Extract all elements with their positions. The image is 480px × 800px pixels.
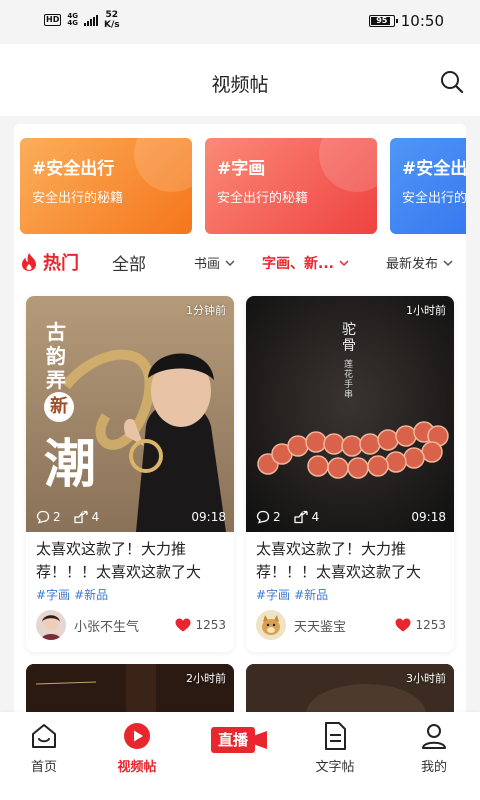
- share-count[interactable]: 4: [73, 510, 99, 524]
- author-name[interactable]: 小张不生气: [74, 616, 139, 635]
- topic-title: #安全出行: [32, 159, 115, 179]
- topic-carousel[interactable]: #安全出行 安全出行的秘籍 #字画 安全出行的秘籍 #安全出行 安全出行的秘籍: [20, 138, 466, 234]
- comment-icon: [256, 510, 270, 524]
- tab-text-posts[interactable]: 文字帖: [295, 720, 375, 775]
- post-title[interactable]: 太喜欢这款了！大力推荐！！！太喜欢这款了大力...: [36, 538, 226, 584]
- video-post-card[interactable]: 古韵弄 新 潮 1分钟前 2 4 09:18 太喜欢这款了！大力推荐！！！太喜欢…: [26, 296, 234, 652]
- topic-subtitle: 安全出行的秘籍: [217, 191, 309, 206]
- tag-link[interactable]: #新品: [74, 586, 108, 603]
- video-thumbnail[interactable]: 古韵弄 新 潮 1分钟前 2 4 09:18: [26, 296, 234, 532]
- signal-icon: [83, 14, 98, 26]
- video-post-card[interactable]: 驼骨 莲花手串 1小时前 2 4 09:18 太喜欢这款了！大力推荐！！！太喜欢…: [246, 296, 454, 652]
- chevron-down-icon: [225, 259, 235, 266]
- video-thumbnail[interactable]: 驼骨 莲花手串 1小时前 2 4 09:18: [246, 296, 454, 532]
- network-speed: 52 K/s: [103, 10, 120, 30]
- chevron-down-icon: [443, 259, 453, 266]
- post-time: 1分钟前: [186, 304, 226, 317]
- heart-icon: [395, 618, 411, 632]
- tab-label: 文字帖: [315, 760, 355, 775]
- page-title: 视频帖: [211, 74, 269, 96]
- poster-circle-text: 新: [44, 392, 74, 422]
- tag-link[interactable]: #字画: [36, 586, 70, 603]
- post-author: 天天鉴宝 1253: [256, 608, 446, 642]
- comment-count[interactable]: 2: [36, 510, 61, 524]
- tag-dropdown[interactable]: 字画、新...: [262, 253, 350, 273]
- status-left: HD 4G 4G 52 K/s: [44, 10, 120, 30]
- avatar[interactable]: [256, 610, 286, 640]
- author-name[interactable]: 天天鉴宝: [294, 616, 346, 635]
- tag-link[interactable]: #新品: [294, 586, 328, 603]
- filter-bar: 热门 全部 书画 字画、新... 最新发布: [14, 248, 466, 276]
- like-count[interactable]: 1253: [395, 618, 446, 632]
- live-label: 直播: [211, 727, 255, 753]
- topic-card[interactable]: #安全出行 安全出行的秘籍: [20, 138, 192, 234]
- tab-all[interactable]: 全部: [112, 250, 146, 275]
- tab-video-posts[interactable]: 视频帖: [97, 720, 177, 775]
- user-icon: [422, 724, 446, 749]
- poster-text: 古韵弄: [46, 320, 66, 392]
- video-duration: 09:18: [191, 510, 226, 524]
- live-camera-icon: [253, 731, 267, 749]
- topic-subtitle: 安全出行的秘籍: [32, 191, 124, 206]
- tab-live[interactable]: 直播: [211, 724, 269, 756]
- heart-icon: [175, 618, 191, 632]
- topic-card[interactable]: #安全出行 安全出行的秘籍: [390, 138, 466, 234]
- video-meta: 2 4 09:18: [36, 510, 226, 524]
- tab-home[interactable]: 首页: [4, 720, 84, 775]
- avatar[interactable]: [36, 610, 66, 640]
- share-icon: [293, 510, 308, 524]
- home-icon: [32, 724, 56, 748]
- battery-icon: 95: [368, 15, 398, 27]
- share-count[interactable]: 4: [293, 510, 319, 524]
- tab-hot[interactable]: 热门: [20, 249, 79, 275]
- video-duration: 09:18: [411, 510, 446, 524]
- document-icon: [325, 722, 346, 750]
- tag-link[interactable]: #字画: [256, 586, 290, 603]
- poster-text: 驼骨: [342, 322, 356, 354]
- comment-count[interactable]: 2: [256, 510, 281, 524]
- poster-big-text: 潮: [44, 435, 97, 495]
- post-tags: #字画 #新品: [36, 586, 108, 603]
- post-time: 3小时前: [406, 672, 446, 685]
- sort-dropdown[interactable]: 最新发布: [386, 253, 454, 272]
- dropdown-label: 书画: [194, 257, 221, 272]
- bottom-tab-bar: 首页 视频帖 直播 文字帖 我的: [0, 712, 480, 800]
- flame-icon: [22, 253, 36, 271]
- post-time: 2小时前: [186, 672, 226, 685]
- comment-icon: [36, 510, 50, 524]
- tab-profile[interactable]: 我的: [394, 720, 474, 775]
- post-time: 1小时前: [406, 304, 446, 317]
- post-author: 小张不生气 1253: [36, 608, 226, 642]
- topic-title: #安全出行: [402, 159, 466, 179]
- topic-title: #字画: [217, 159, 266, 179]
- clock: 10:50: [400, 12, 444, 30]
- share-icon: [73, 510, 88, 524]
- topic-card[interactable]: #字画 安全出行的秘籍: [205, 138, 377, 234]
- dropdown-label: 字画、新...: [262, 256, 334, 272]
- hd-badge: HD: [44, 14, 62, 26]
- dropdown-label: 最新发布: [386, 257, 439, 272]
- page-header: 视频帖: [0, 44, 480, 116]
- status-right: 95 10:50: [368, 12, 444, 30]
- post-title[interactable]: 太喜欢这款了！大力推荐！！！太喜欢这款了大力...: [256, 538, 446, 584]
- poster-subtext: 莲花手串: [344, 360, 354, 400]
- tab-label: 我的: [420, 760, 447, 775]
- topic-subtitle: 安全出行的秘籍: [402, 191, 466, 206]
- tab-label: 首页: [30, 760, 57, 775]
- chevron-down-icon: [339, 260, 349, 267]
- video-play-icon: [124, 723, 150, 749]
- tab-hot-label: 热门: [43, 253, 79, 274]
- network-type: 4G 4G: [67, 12, 78, 27]
- category-dropdown[interactable]: 书画: [194, 253, 236, 272]
- status-bar: HD 4G 4G 52 K/s 95 10:50: [0, 0, 480, 44]
- video-meta: 2 4 09:18: [256, 510, 446, 524]
- like-count[interactable]: 1253: [175, 618, 226, 632]
- tab-label: 视频帖: [117, 760, 157, 775]
- search-icon[interactable]: [438, 68, 466, 96]
- content-panel: #安全出行 安全出行的秘籍 #字画 安全出行的秘籍 #安全出行 安全出行的秘籍 …: [14, 124, 466, 724]
- post-tags: #字画 #新品: [256, 586, 328, 603]
